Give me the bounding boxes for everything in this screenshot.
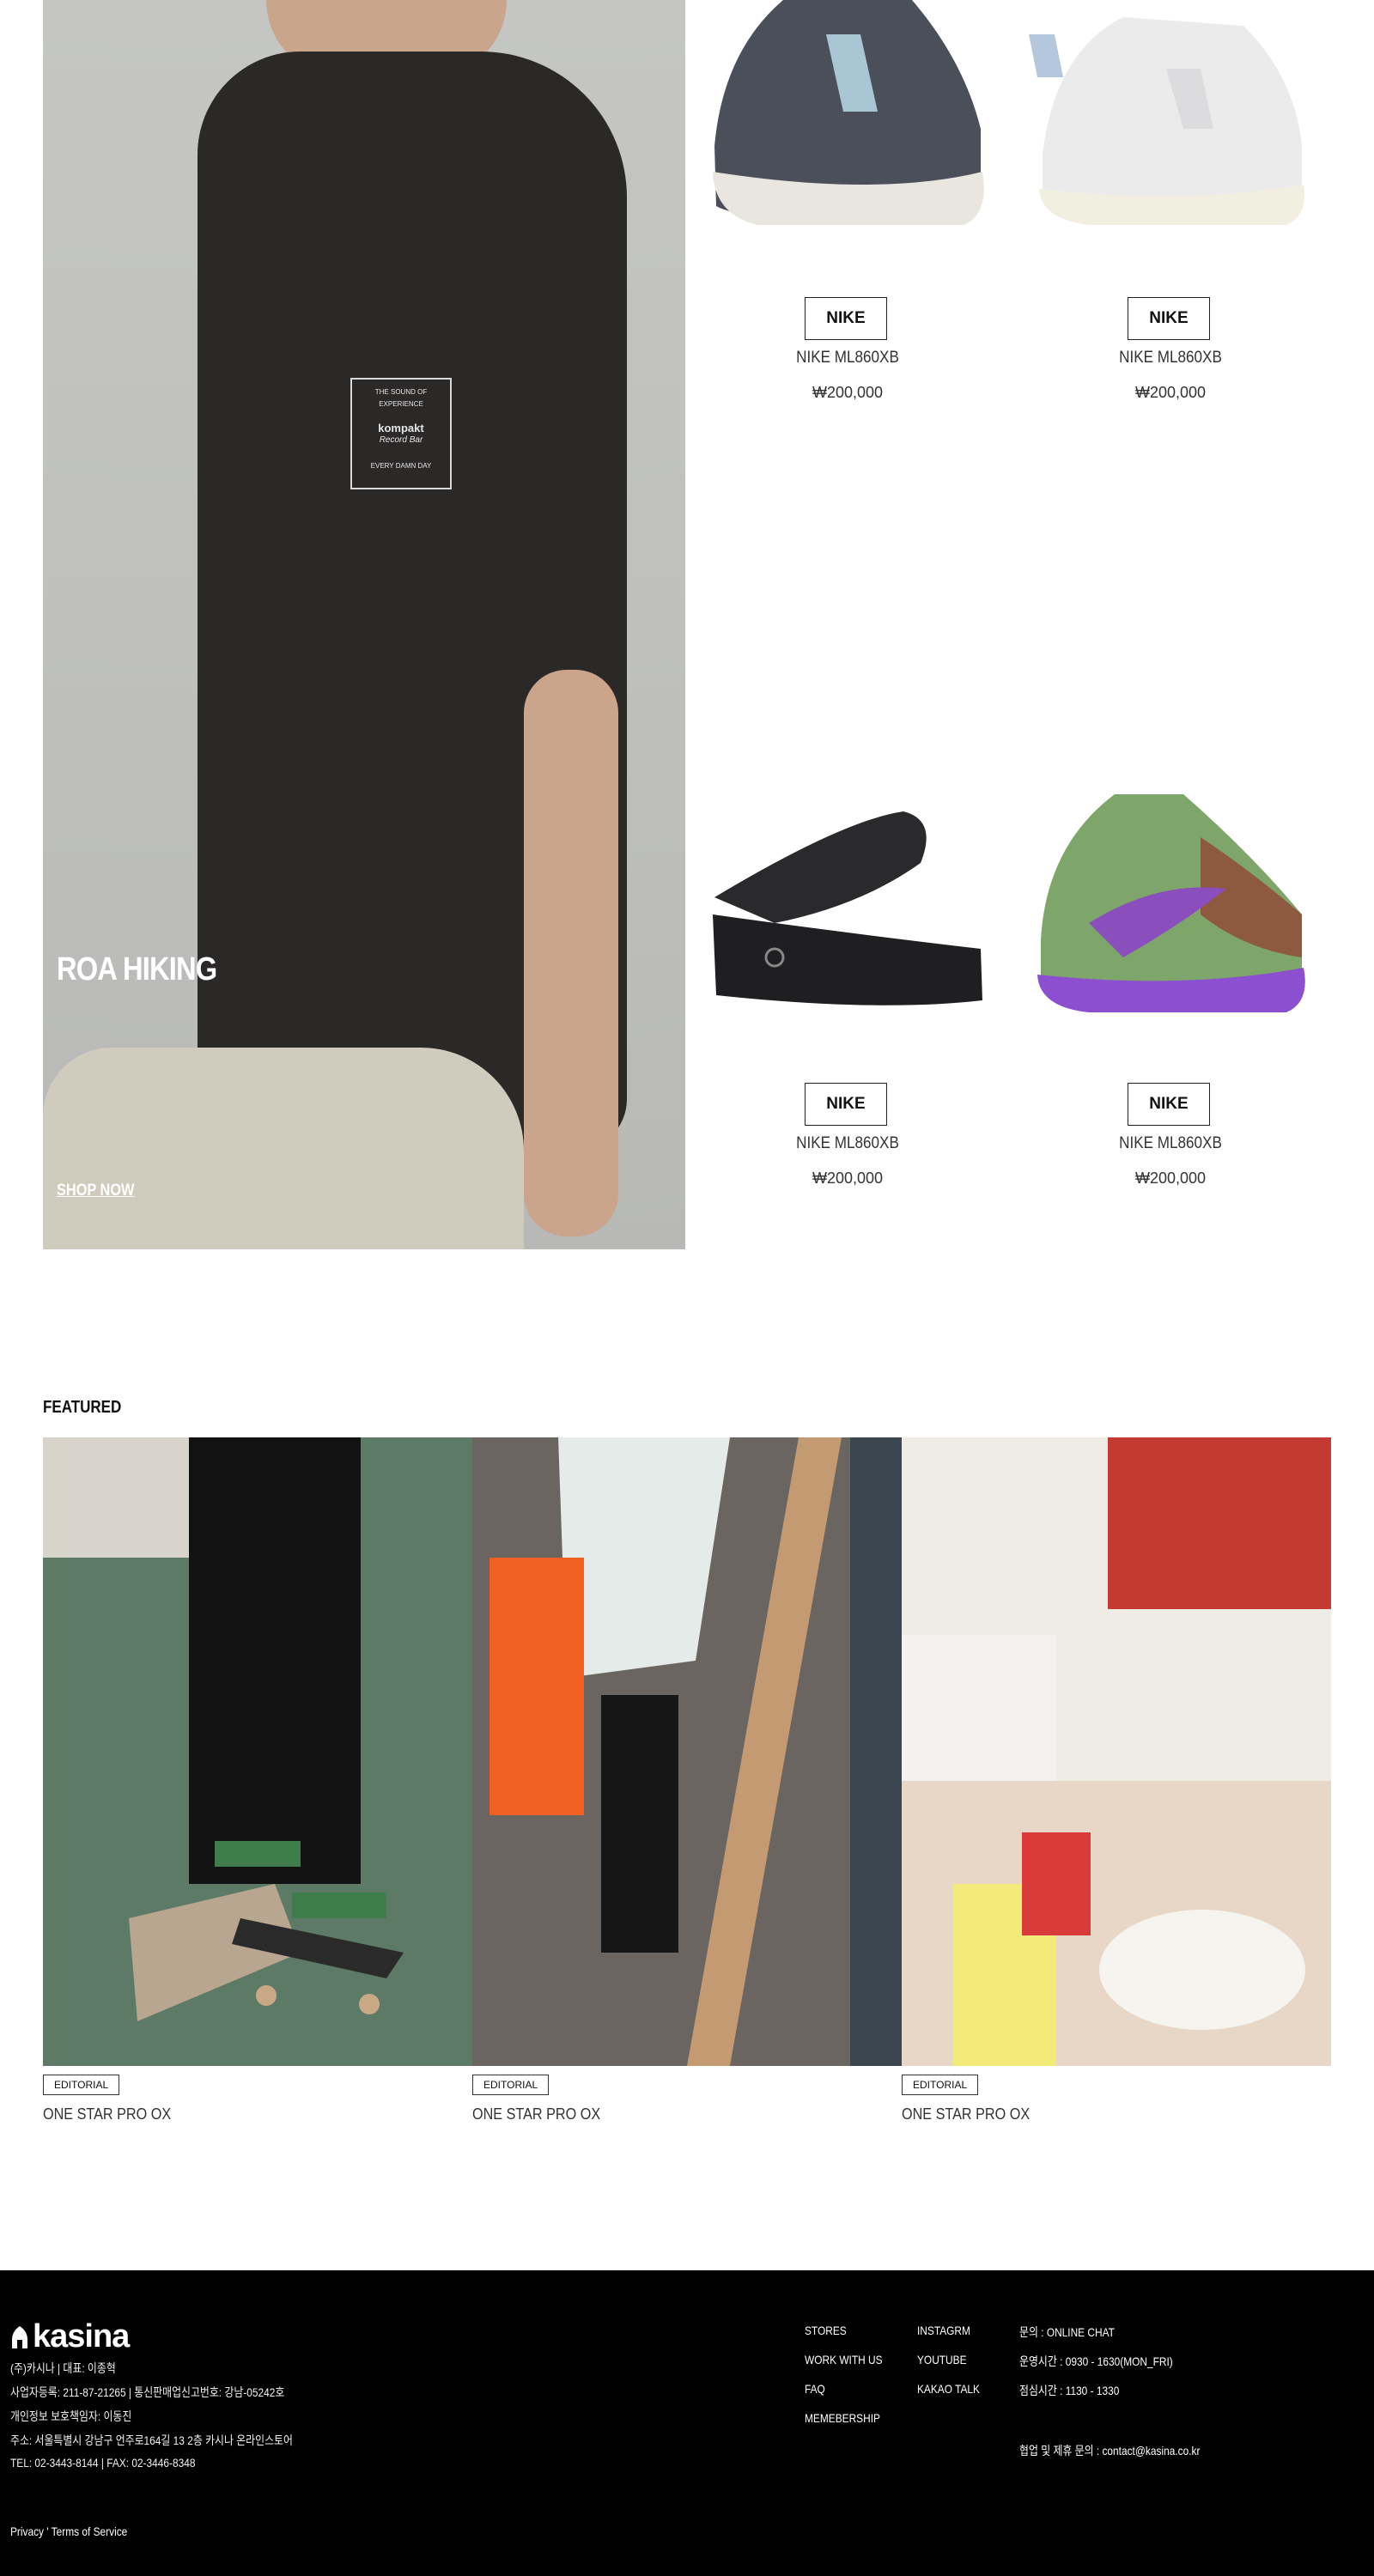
product-card[interactable]: NIKE NIKE ML860XB ₩200,000 [706, 786, 989, 1232]
product-card[interactable]: NIKE NIKE ML860XB ₩200,000 [1029, 786, 1312, 1232]
product-image [713, 811, 982, 1005]
featured-heading: FEATURED [43, 1398, 122, 1417]
company-info-line: 사업자등록: 211-87-21265 | 통신판매업신고번호: 강남-0524… [10, 2385, 285, 2399]
product-price: ₩200,000 [812, 1170, 884, 1187]
hero-banner[interactable]: THE SOUND OF EXPERIENCE kompakt Record B… [43, 0, 685, 1249]
footer-link-faq[interactable]: FAQ [805, 2382, 825, 2396]
brand-badge[interactable]: NIKE [1128, 297, 1210, 340]
product-card[interactable]: NIKE NIKE ML860XB ₩200,000 [706, 0, 989, 447]
company-info-line: 개인정보 보호책임자: 이동진 [10, 2409, 132, 2423]
legal-links[interactable]: Privacy ' Terms of Service [10, 2524, 127, 2538]
featured-item-title[interactable]: ONE STAR PRO OX [902, 2105, 1030, 2123]
product-price: ₩200,000 [1134, 384, 1207, 401]
footer-link-work-with-us[interactable]: WORK WITH US [805, 2353, 883, 2366]
product-price: ₩200,000 [1134, 1170, 1207, 1187]
brand-badge[interactable]: NIKE [805, 1083, 887, 1126]
featured-image-stairs[interactable] [472, 1437, 902, 2066]
product-card[interactable]: NIKE NIKE ML860XB ₩200,000 [1029, 0, 1312, 447]
editorial-tag[interactable]: EDITORIAL [902, 2075, 979, 2095]
featured-image-event[interactable] [902, 1437, 1331, 2066]
product-name[interactable]: NIKE ML860XB [1043, 1134, 1298, 1153]
product-name[interactable]: NIKE ML860XB [720, 349, 976, 368]
product-image [1037, 794, 1305, 1012]
hero-title: ROA HIKING [57, 951, 217, 987]
kasina-logo[interactable]: kasina [10, 2318, 130, 2355]
product-image [1029, 17, 1305, 225]
product-image [713, 0, 984, 225]
contact-online-chat[interactable]: 문의 : ONLINE CHAT [1019, 2324, 1115, 2341]
product-name[interactable]: NIKE ML860XB [720, 1134, 976, 1153]
kasina-logo-icon [12, 2325, 27, 2348]
brand-badge[interactable]: NIKE [1128, 1083, 1210, 1126]
editorial-tag[interactable]: EDITORIAL [472, 2075, 550, 2095]
footer-link-kakao-talk[interactable]: KAKAO TALK [917, 2382, 980, 2396]
company-info-line: 주소: 서울특별시 강남구 언주로164길 13 2층 카시나 온라인스토어 [10, 2433, 293, 2447]
model-arm [524, 670, 618, 1236]
partnership-contact[interactable]: 협업 및 제휴 문의 : contact@kasina.co.kr [1019, 2442, 1200, 2459]
contact-hours: 운영시간 : 0930 - 1630(MON_FRI) [1019, 2354, 1173, 2368]
shop-now-link[interactable]: SHOP NOW [57, 1182, 134, 1200]
site-footer: kasina (주)카시나 | 대표: 이종혁 사업자등록: 211-87-21… [0, 2270, 1374, 2576]
footer-link-youtube[interactable]: YOUTUBE [917, 2353, 967, 2366]
featured-item-title[interactable]: ONE STAR PRO OX [43, 2105, 171, 2123]
featured-image-skateboard[interactable] [43, 1437, 472, 2066]
company-info-line: TEL: 02-3443-8144 | FAX: 02-3446-8348 [10, 2456, 196, 2470]
product-name[interactable]: NIKE ML860XB [1043, 349, 1298, 368]
tshirt-print-graphic: THE SOUND OF EXPERIENCE kompakt Record B… [350, 378, 452, 489]
model-pants [43, 1048, 524, 1249]
footer-link-instagram[interactable]: INSTAGRM [917, 2324, 970, 2337]
company-info-line: (주)카시나 | 대표: 이종혁 [10, 2361, 116, 2375]
editorial-tag[interactable]: EDITORIAL [43, 2075, 120, 2095]
footer-link-membership[interactable]: MEMEBERSHIP [805, 2411, 880, 2425]
featured-item-title[interactable]: ONE STAR PRO OX [472, 2105, 600, 2123]
footer-link-stores[interactable]: STORES [805, 2324, 847, 2337]
contact-lunch-hours: 점심시간 : 1130 - 1330 [1019, 2384, 1120, 2397]
brand-badge[interactable]: NIKE [805, 297, 887, 340]
product-price: ₩200,000 [812, 384, 884, 401]
